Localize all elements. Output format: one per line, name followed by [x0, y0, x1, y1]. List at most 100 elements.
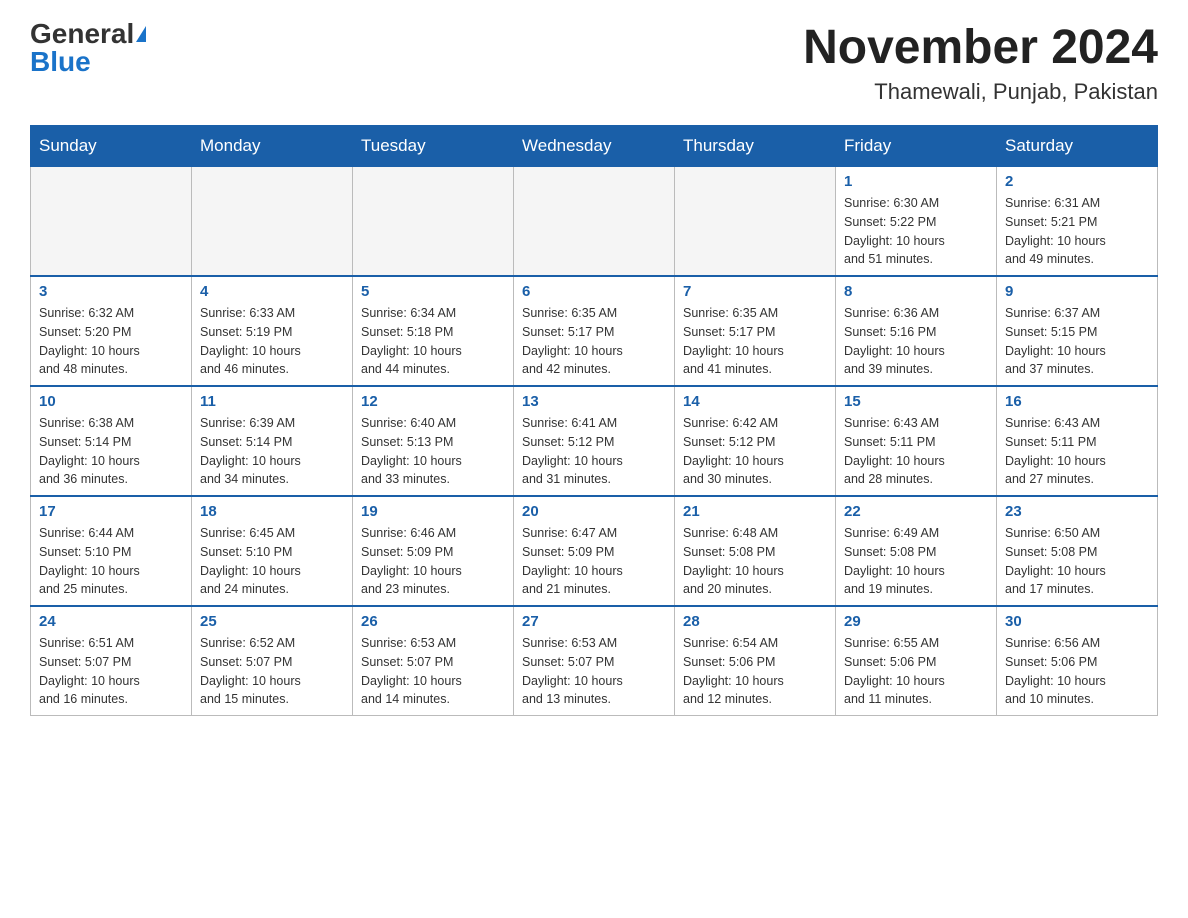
day-number: 5: [361, 283, 505, 300]
day-number: 4: [200, 283, 344, 300]
calendar-day-cell: [31, 167, 192, 277]
day-info: Sunrise: 6:56 AM Sunset: 5:06 PM Dayligh…: [1005, 634, 1149, 709]
day-info: Sunrise: 6:44 AM Sunset: 5:10 PM Dayligh…: [39, 524, 183, 599]
day-number: 16: [1005, 393, 1149, 410]
logo-general-text: General: [30, 20, 134, 48]
day-number: 22: [844, 503, 988, 520]
calendar-day-cell: 10 Sunrise: 6:38 AM Sunset: 5:14 PM Dayli…: [31, 386, 192, 496]
day-info: Sunrise: 6:41 AM Sunset: 5:12 PM Dayligh…: [522, 414, 666, 489]
calendar-day-cell: 2 Sunrise: 6:31 AM Sunset: 5:21 PM Daylig…: [997, 167, 1158, 277]
weekday-header-saturday: Saturday: [997, 126, 1158, 167]
calendar-day-cell: 17 Sunrise: 6:44 AM Sunset: 5:10 PM Dayli…: [31, 496, 192, 606]
day-number: 21: [683, 503, 827, 520]
calendar-week-row: 1 Sunrise: 6:30 AM Sunset: 5:22 PM Daylig…: [31, 167, 1158, 277]
weekday-header-friday: Friday: [836, 126, 997, 167]
day-info: Sunrise: 6:38 AM Sunset: 5:14 PM Dayligh…: [39, 414, 183, 489]
weekday-header-thursday: Thursday: [675, 126, 836, 167]
day-number: 25: [200, 613, 344, 630]
day-number: 15: [844, 393, 988, 410]
day-info: Sunrise: 6:53 AM Sunset: 5:07 PM Dayligh…: [361, 634, 505, 709]
calendar-day-cell: 29Sunrise: 6:55 AM Sunset: 5:06 PM Dayli…: [836, 606, 997, 716]
day-number: 26: [361, 613, 505, 630]
calendar-day-cell: 12 Sunrise: 6:40 AM Sunset: 5:13 PM Dayli…: [353, 386, 514, 496]
day-info: Sunrise: 6:33 AM Sunset: 5:19 PM Dayligh…: [200, 304, 344, 379]
day-info: Sunrise: 6:35 AM Sunset: 5:17 PM Dayligh…: [683, 304, 827, 379]
day-number: 30: [1005, 613, 1149, 630]
location-label: Thamewali, Punjab, Pakistan: [803, 79, 1158, 105]
day-number: 3: [39, 283, 183, 300]
day-info: Sunrise: 6:45 AM Sunset: 5:10 PM Dayligh…: [200, 524, 344, 599]
day-number: 9: [1005, 283, 1149, 300]
day-info: Sunrise: 6:55 AM Sunset: 5:06 PM Dayligh…: [844, 634, 988, 709]
calendar-week-row: 10 Sunrise: 6:38 AM Sunset: 5:14 PM Dayli…: [31, 386, 1158, 496]
day-number: 8: [844, 283, 988, 300]
day-number: 10: [39, 393, 183, 410]
day-info: Sunrise: 6:46 AM Sunset: 5:09 PM Dayligh…: [361, 524, 505, 599]
calendar-day-cell: 5 Sunrise: 6:34 AM Sunset: 5:18 PM Daylig…: [353, 276, 514, 386]
day-info: Sunrise: 6:43 AM Sunset: 5:11 PM Dayligh…: [844, 414, 988, 489]
day-info: Sunrise: 6:30 AM Sunset: 5:22 PM Dayligh…: [844, 194, 988, 269]
calendar-day-cell: 27Sunrise: 6:53 AM Sunset: 5:07 PM Dayli…: [514, 606, 675, 716]
day-number: 27: [522, 613, 666, 630]
day-number: 18: [200, 503, 344, 520]
calendar-day-cell: 1 Sunrise: 6:30 AM Sunset: 5:22 PM Daylig…: [836, 167, 997, 277]
day-number: 11: [200, 393, 344, 410]
weekday-header-tuesday: Tuesday: [353, 126, 514, 167]
calendar-day-cell: 6 Sunrise: 6:35 AM Sunset: 5:17 PM Daylig…: [514, 276, 675, 386]
day-info: Sunrise: 6:39 AM Sunset: 5:14 PM Dayligh…: [200, 414, 344, 489]
calendar-day-cell: [514, 167, 675, 277]
day-info: Sunrise: 6:34 AM Sunset: 5:18 PM Dayligh…: [361, 304, 505, 379]
day-number: 23: [1005, 503, 1149, 520]
day-info: Sunrise: 6:48 AM Sunset: 5:08 PM Dayligh…: [683, 524, 827, 599]
day-number: 14: [683, 393, 827, 410]
day-number: 24: [39, 613, 183, 630]
day-number: 13: [522, 393, 666, 410]
calendar-day-cell: 28 Sunrise: 6:54 AM Sunset: 5:06 PM Dayli…: [675, 606, 836, 716]
day-info: Sunrise: 6:54 AM Sunset: 5:06 PM Dayligh…: [683, 634, 827, 709]
day-number: 12: [361, 393, 505, 410]
weekday-header-monday: Monday: [192, 126, 353, 167]
calendar-week-row: 24Sunrise: 6:51 AM Sunset: 5:07 PM Dayli…: [31, 606, 1158, 716]
day-info: Sunrise: 6:32 AM Sunset: 5:20 PM Dayligh…: [39, 304, 183, 379]
title-section: November 2024 Thamewali, Punjab, Pakista…: [803, 20, 1158, 105]
day-number: 2: [1005, 173, 1149, 190]
calendar-header-row: SundayMondayTuesdayWednesdayThursdayFrid…: [31, 126, 1158, 167]
logo-blue-text: Blue: [30, 48, 91, 76]
calendar-day-cell: 16Sunrise: 6:43 AM Sunset: 5:11 PM Dayli…: [997, 386, 1158, 496]
calendar-day-cell: [192, 167, 353, 277]
day-info: Sunrise: 6:35 AM Sunset: 5:17 PM Dayligh…: [522, 304, 666, 379]
day-number: 28: [683, 613, 827, 630]
day-info: Sunrise: 6:47 AM Sunset: 5:09 PM Dayligh…: [522, 524, 666, 599]
calendar-table: SundayMondayTuesdayWednesdayThursdayFrid…: [30, 125, 1158, 716]
calendar-day-cell: 22 Sunrise: 6:49 AM Sunset: 5:08 PM Dayli…: [836, 496, 997, 606]
calendar-day-cell: 18 Sunrise: 6:45 AM Sunset: 5:10 PM Dayli…: [192, 496, 353, 606]
day-number: 17: [39, 503, 183, 520]
logo: General Blue: [30, 20, 146, 76]
day-info: Sunrise: 6:52 AM Sunset: 5:07 PM Dayligh…: [200, 634, 344, 709]
month-title: November 2024: [803, 20, 1158, 75]
calendar-day-cell: 3 Sunrise: 6:32 AM Sunset: 5:20 PM Daylig…: [31, 276, 192, 386]
calendar-day-cell: 13 Sunrise: 6:41 AM Sunset: 5:12 PM Dayli…: [514, 386, 675, 496]
day-info: Sunrise: 6:31 AM Sunset: 5:21 PM Dayligh…: [1005, 194, 1149, 269]
logo-triangle-icon: [136, 26, 146, 42]
calendar-day-cell: 15 Sunrise: 6:43 AM Sunset: 5:11 PM Dayli…: [836, 386, 997, 496]
calendar-day-cell: 21 Sunrise: 6:48 AM Sunset: 5:08 PM Dayli…: [675, 496, 836, 606]
day-number: 20: [522, 503, 666, 520]
calendar-day-cell: 23 Sunrise: 6:50 AM Sunset: 5:08 PM Dayli…: [997, 496, 1158, 606]
day-info: Sunrise: 6:50 AM Sunset: 5:08 PM Dayligh…: [1005, 524, 1149, 599]
day-info: Sunrise: 6:40 AM Sunset: 5:13 PM Dayligh…: [361, 414, 505, 489]
day-number: 6: [522, 283, 666, 300]
calendar-day-cell: 24Sunrise: 6:51 AM Sunset: 5:07 PM Dayli…: [31, 606, 192, 716]
calendar-day-cell: 9 Sunrise: 6:37 AM Sunset: 5:15 PM Daylig…: [997, 276, 1158, 386]
calendar-day-cell: 14 Sunrise: 6:42 AM Sunset: 5:12 PM Dayli…: [675, 386, 836, 496]
day-info: Sunrise: 6:36 AM Sunset: 5:16 PM Dayligh…: [844, 304, 988, 379]
day-info: Sunrise: 6:37 AM Sunset: 5:15 PM Dayligh…: [1005, 304, 1149, 379]
weekday-header-sunday: Sunday: [31, 126, 192, 167]
day-info: Sunrise: 6:42 AM Sunset: 5:12 PM Dayligh…: [683, 414, 827, 489]
day-number: 1: [844, 173, 988, 190]
calendar-week-row: 17 Sunrise: 6:44 AM Sunset: 5:10 PM Dayli…: [31, 496, 1158, 606]
calendar-day-cell: [675, 167, 836, 277]
day-info: Sunrise: 6:49 AM Sunset: 5:08 PM Dayligh…: [844, 524, 988, 599]
calendar-day-cell: 20 Sunrise: 6:47 AM Sunset: 5:09 PM Dayli…: [514, 496, 675, 606]
calendar-day-cell: 4 Sunrise: 6:33 AM Sunset: 5:19 PM Daylig…: [192, 276, 353, 386]
